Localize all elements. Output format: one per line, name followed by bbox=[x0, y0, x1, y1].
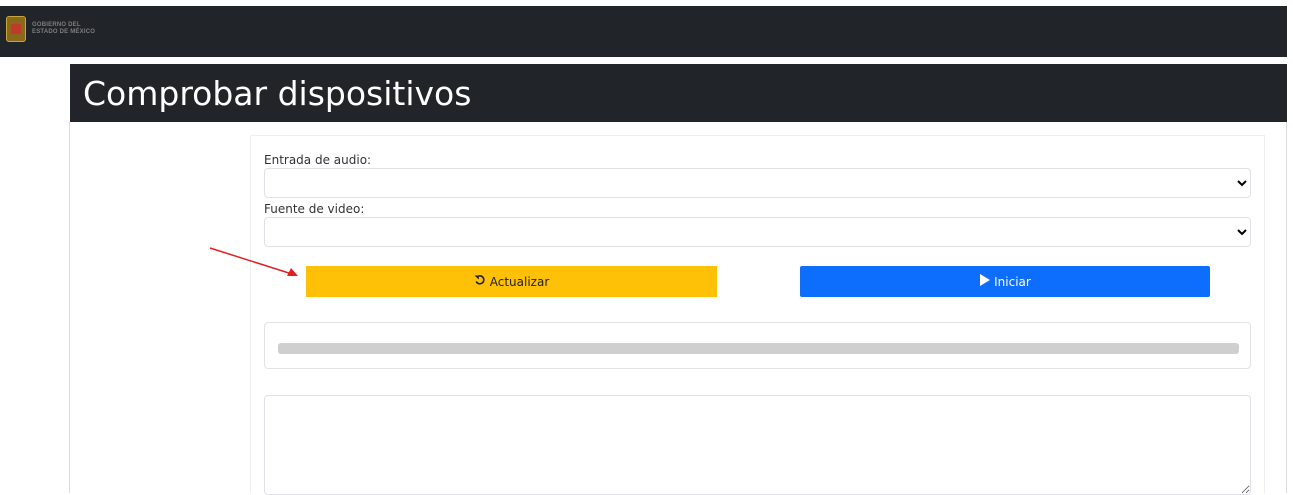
audio-level-meter bbox=[278, 343, 1239, 354]
logo-text: GOBIERNO DEL ESTADO DE MÉXICO bbox=[32, 22, 96, 35]
top-navbar: GOBIERNO DEL ESTADO DE MÉXICO bbox=[0, 6, 1287, 57]
audio-level-fill bbox=[278, 343, 1239, 354]
card-header: Comprobar dispositivos bbox=[70, 64, 1287, 122]
audio-input-label: Entrada de audio: bbox=[264, 153, 372, 167]
start-button[interactable]: Iniciar bbox=[800, 266, 1210, 297]
card-border-right bbox=[1286, 122, 1287, 493]
card-border-left bbox=[69, 122, 70, 493]
refresh-button-label: Actualizar bbox=[489, 274, 550, 289]
video-preview-area[interactable] bbox=[264, 395, 1251, 495]
annotation-arrow bbox=[209, 247, 298, 276]
video-source-select[interactable] bbox=[264, 217, 1251, 247]
page-title: Comprobar dispositivos bbox=[83, 74, 472, 113]
audio-level-card bbox=[264, 322, 1251, 369]
coat-of-arms-icon bbox=[6, 16, 26, 42]
refresh-button[interactable]: Actualizar bbox=[306, 266, 717, 297]
rotate-left-icon bbox=[474, 274, 486, 289]
play-icon bbox=[979, 274, 991, 289]
audio-input-select[interactable] bbox=[264, 168, 1251, 198]
video-source-label: Fuente de video: bbox=[264, 202, 365, 216]
start-button-label: Iniciar bbox=[994, 274, 1031, 289]
government-logo[interactable]: GOBIERNO DEL ESTADO DE MÉXICO bbox=[6, 16, 95, 42]
